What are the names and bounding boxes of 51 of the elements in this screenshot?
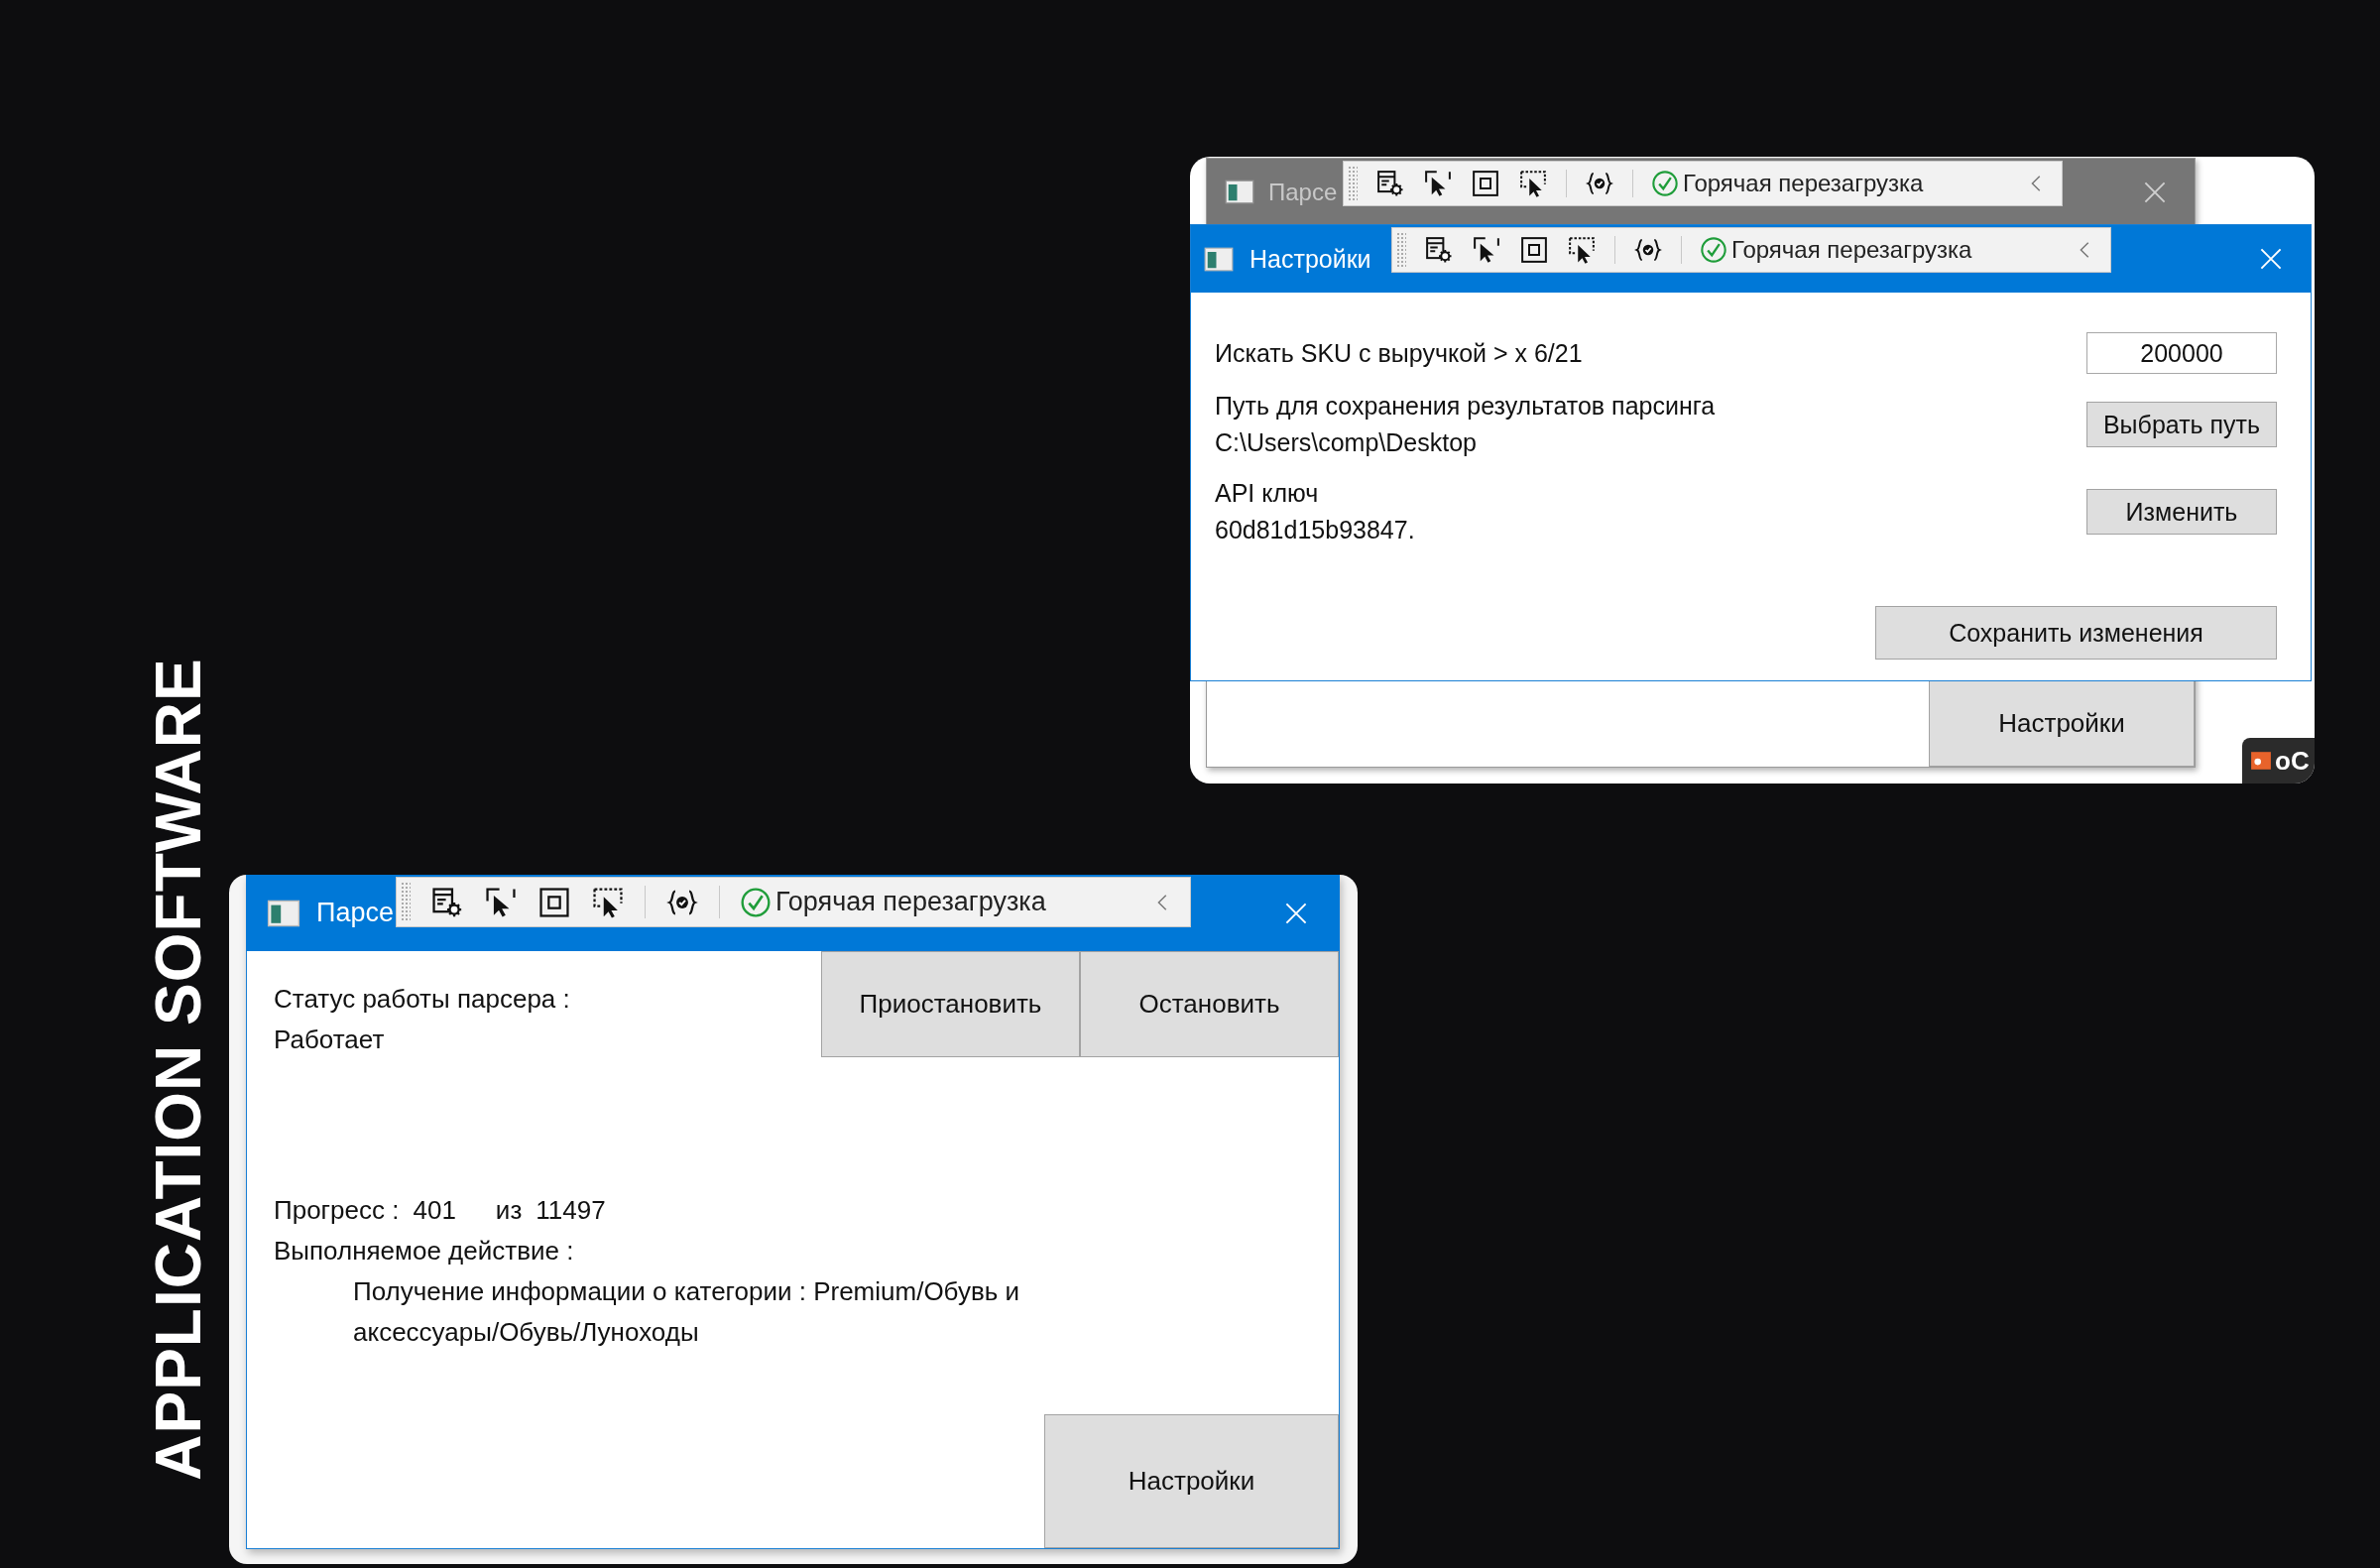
setting-button[interactable]: Выбрать путь xyxy=(2086,402,2277,447)
progress-label: Прогресс : xyxy=(274,1194,400,1227)
pointer-icon[interactable] xyxy=(484,885,518,919)
hot-reload-button[interactable]: Горячая перезагрузка xyxy=(740,886,1046,918)
window-title: Парсе xyxy=(1268,178,1338,206)
pointer-icon[interactable] xyxy=(1423,169,1453,198)
window-title: Настройки xyxy=(1250,244,1371,274)
window-title: Парсе xyxy=(316,898,394,928)
square-in-square-icon[interactable] xyxy=(1519,235,1549,265)
hot-reload-button[interactable]: Горячая перезагрузка xyxy=(1651,170,1924,197)
settings-button[interactable]: Настройки xyxy=(1044,1414,1339,1548)
progress-of-text: из xyxy=(495,1194,523,1227)
close-icon[interactable] xyxy=(2143,180,2167,204)
action-label: Выполняемое действие : xyxy=(273,1235,575,1267)
setting-label: Искать SKU с выручкой > x 6/21 xyxy=(1215,337,1583,369)
check-circle-icon[interactable] xyxy=(740,886,772,918)
pointer-selection-icon[interactable] xyxy=(1518,169,1548,198)
hot-reload-button[interactable]: Горячая перезагрузка xyxy=(1700,236,1972,264)
window-gear-icon[interactable] xyxy=(1375,169,1405,198)
save-button[interactable]: Сохранить изменения xyxy=(1875,606,2277,660)
status-value: Работает xyxy=(274,1024,386,1056)
square-in-square-icon[interactable] xyxy=(1471,169,1500,198)
taskbar-item[interactable]: oC xyxy=(2242,738,2315,784)
progress-total: 11497 xyxy=(536,1194,606,1227)
square-in-square-icon[interactable] xyxy=(537,885,571,919)
setting-value: 60d81d15b93847. xyxy=(1215,515,1415,545)
window-icon xyxy=(1225,180,1254,204)
pointer-selection-icon[interactable] xyxy=(591,885,625,919)
side-title: APPLICATION SOFTWARE xyxy=(142,658,215,1481)
setting-value: C:\Users\comp\Desktop xyxy=(1215,427,1478,458)
grip-icon[interactable] xyxy=(1396,232,1406,268)
action-text: Получение информации о категории : Premium/Обувь и аксессуары/Обувь/Луноходы xyxy=(353,1275,1021,1349)
grip-icon[interactable] xyxy=(1348,166,1358,201)
window-icon xyxy=(267,899,300,927)
revenue-input[interactable]: 200000 xyxy=(2086,332,2277,374)
pointer-selection-icon[interactable] xyxy=(1567,235,1597,265)
window-icon xyxy=(1204,246,1234,272)
setting-label: API ключ xyxy=(1215,478,1320,509)
setting-button[interactable]: Изменить xyxy=(2086,489,2277,535)
app-icon xyxy=(2250,750,2272,772)
stop-button[interactable]: Остановить xyxy=(1080,951,1339,1057)
settings-button[interactable]: Настройки xyxy=(1929,680,2195,767)
status-label: Статус работы парсера : xyxy=(274,983,571,1016)
pause-button[interactable]: Приостановить xyxy=(821,951,1080,1057)
window-gear-icon[interactable] xyxy=(1424,235,1454,265)
check-circle-icon[interactable] xyxy=(1700,236,1727,264)
progress-current: 401 xyxy=(413,1194,456,1227)
pointer-icon[interactable] xyxy=(1472,235,1501,265)
window-gear-icon[interactable] xyxy=(430,885,464,919)
check-circle-icon[interactable] xyxy=(1651,170,1679,197)
setting-label: Путь для сохранения результатов парсинга xyxy=(1215,391,1716,422)
